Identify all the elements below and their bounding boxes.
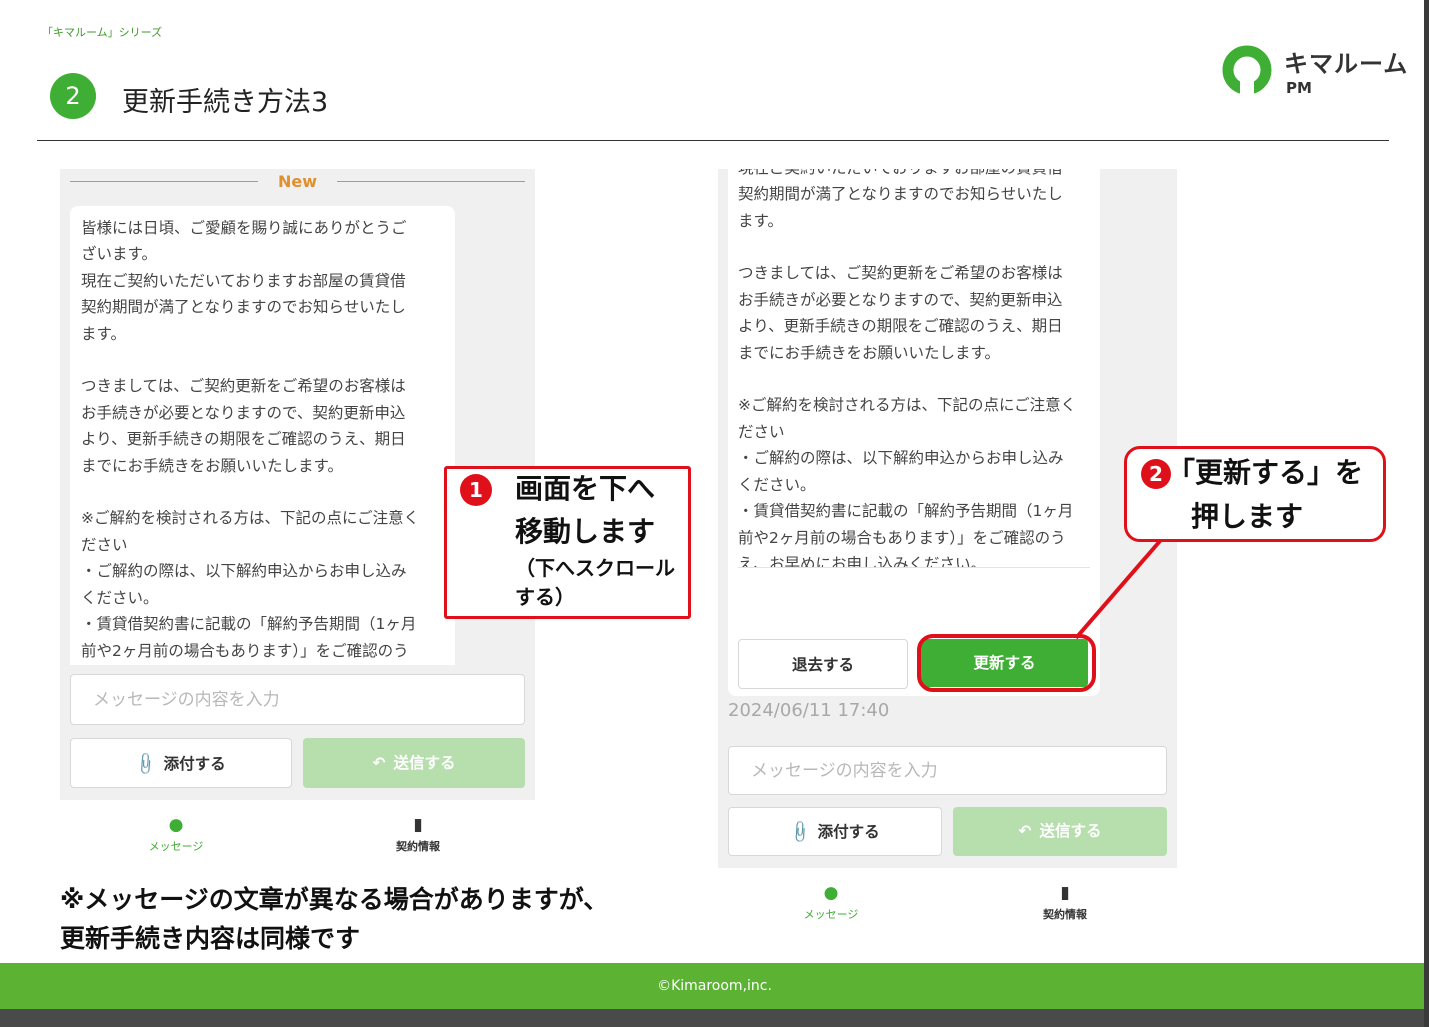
send-button-label: 送信する: [1039, 822, 1102, 840]
annotation-scroll-down: 1 画面を下へ 移動します （下へスクロール する）: [444, 466, 691, 619]
attach-button-label: 添付する: [163, 755, 226, 773]
annotation-badge-1: 1: [460, 474, 492, 506]
attach-button-label: 添付する: [817, 823, 880, 841]
attach-button[interactable]: 📎 添付する: [70, 738, 292, 788]
message-card: 皆様には日頃、ご愛顧を賜り誠にありがとうご ざいます。 現在ご契約いただいており…: [728, 169, 1100, 696]
note-line-2: 更新手続き内容は同様です: [60, 924, 361, 953]
nav-contract-tab[interactable]: ▮ 契約情報: [1025, 883, 1105, 923]
series-label: 「キマルーム」シリーズ: [42, 26, 163, 39]
chat-bubble-icon: ●: [823, 883, 839, 903]
message-input-placeholder: メッセージの内容を入力: [93, 690, 280, 710]
annotation-press-renew: 2 「更新する」を 押します: [1124, 446, 1386, 542]
leave-button-label: 退去する: [791, 656, 854, 674]
nav-message-tab[interactable]: ● メッセージ: [130, 815, 222, 855]
message-input[interactable]: メッセージの内容を入力: [70, 674, 525, 725]
nav-message-label: メッセージ: [803, 908, 859, 921]
nav-contract-label: 契約情報: [1043, 908, 1087, 921]
nav-contract-label: 契約情報: [396, 840, 440, 853]
step-number-badge: 2: [50, 73, 96, 119]
kimaroom-logo-icon: [1222, 45, 1272, 96]
annotation-1-line-1: 画面を下へ: [515, 472, 656, 505]
new-divider: New: [60, 169, 535, 197]
leave-button[interactable]: 退去する: [738, 639, 908, 689]
header-divider: [37, 140, 1389, 141]
logo-text: キマルーム: [1284, 50, 1409, 78]
reply-icon: ↶: [1018, 822, 1032, 840]
reply-icon: ↶: [372, 754, 386, 772]
disclaimer-note: ※メッセージの文章が異なる場合がありますが、 更新手続き内容は同様です: [60, 880, 608, 958]
annotation-2-line-1: 「更新する」を: [1167, 456, 1364, 489]
send-button[interactable]: ↶ 送信する: [303, 738, 525, 788]
renew-button-label: 更新する: [973, 654, 1036, 672]
footer: ©Kimaroom,inc.: [0, 963, 1429, 1009]
renew-button[interactable]: 更新する: [921, 639, 1088, 687]
annotation-1-line-4: する）: [515, 585, 575, 609]
copyright: ©Kimaroom,inc.: [657, 978, 772, 994]
annotation-2-line-2: 押します: [1191, 500, 1304, 533]
new-label: New: [277, 172, 318, 191]
message-timestamp: 2024/06/11 17:40: [728, 700, 890, 721]
logo-sub: PM: [1286, 79, 1312, 97]
nav-contract-tab[interactable]: ▮ 契約情報: [378, 815, 458, 855]
document-icon: ▮: [1060, 883, 1070, 903]
note-line-1: ※メッセージの文章が異なる場合がありますが、: [60, 885, 609, 914]
attach-button[interactable]: 📎 添付する: [728, 807, 942, 856]
right-edge-strip: [1424, 0, 1429, 1027]
annotation-1-line-3: （下へスクロール: [515, 556, 675, 580]
button-divider: [738, 567, 1090, 568]
send-button[interactable]: ↶ 送信する: [953, 807, 1167, 856]
message-input[interactable]: メッセージの内容を入力: [728, 746, 1167, 795]
message-text: 皆様には日頃、ご愛顧を賜り誠にありがとうご ざいます。 現在ご契約いただいており…: [738, 169, 1077, 567]
message-text: 皆様には日頃、ご愛顧を賜り誠にありがとうご ざいます。 現在ご契約いただいており…: [81, 219, 420, 660]
send-button-label: 送信する: [393, 754, 456, 772]
page-title: 更新手続き方法3: [122, 87, 329, 118]
message-card: 皆様には日頃、ご愛顧を賜り誠にありがとうご ざいます。 現在ご契約いただいており…: [70, 206, 455, 665]
annotation-1-line-2: 移動します: [515, 515, 656, 548]
nav-message-tab[interactable]: ● メッセージ: [785, 883, 877, 923]
message-input-placeholder: メッセージの内容を入力: [751, 761, 938, 781]
nav-message-label: メッセージ: [148, 840, 204, 853]
bottom-strip: [0, 1009, 1429, 1027]
document-icon: ▮: [413, 815, 423, 835]
right-phone-screen: 皆様には日頃、ご愛顧を賜り誠にありがとうご ざいます。 現在ご契約いただいており…: [718, 169, 1177, 735]
chat-bubble-icon: ●: [168, 815, 184, 835]
